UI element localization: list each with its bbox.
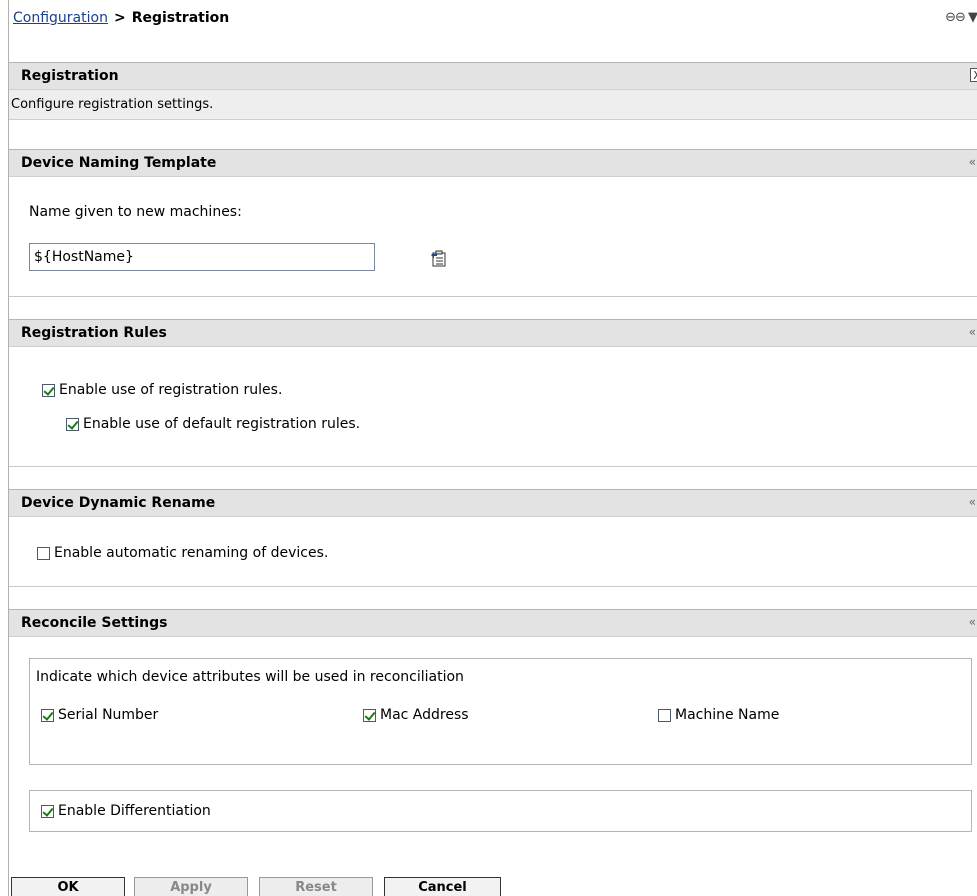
breadcrumb-separator: > — [113, 10, 126, 26]
device-name-template-input[interactable] — [29, 243, 375, 271]
enable-rules-label: Enable use of registration rules. — [59, 382, 283, 398]
reconcile-title: Reconcile Settings — [21, 615, 168, 631]
serial-number-row: Serial Number — [41, 707, 158, 723]
enable-default-rules-row: Enable use of default registration rules… — [66, 416, 360, 432]
enable-default-rules-label: Enable use of default registration rules… — [83, 416, 361, 432]
device-naming-section-bar: Device Naming Template « — [9, 149, 977, 177]
description-area: Configure registration settings. — [9, 90, 977, 120]
serial-number-checkbox[interactable] — [41, 708, 54, 722]
serial-number-label: Serial Number — [58, 707, 159, 723]
breadcrumb: Configuration > Registration — [13, 10, 229, 26]
enable-rename-label: Enable automatic renaming of devices. — [54, 545, 329, 561]
page-title: Registration — [21, 68, 119, 84]
enable-rename-row: Enable automatic renaming of devices. — [37, 545, 328, 561]
breadcrumb-current: Registration — [131, 10, 230, 26]
mac-address-checkbox[interactable] — [363, 708, 376, 722]
menu-dropdown-icon[interactable]: ▼ — [968, 10, 977, 25]
enable-default-rules-checkbox[interactable] — [66, 417, 79, 431]
dynamic-rename-title: Device Dynamic Rename — [21, 495, 216, 511]
device-naming-title: Device Naming Template — [21, 155, 217, 171]
link-icon[interactable]: ⊖⊖ — [945, 10, 966, 25]
reconcile-section-bar: Reconcile Settings « — [9, 609, 977, 637]
page-description: Configure registration settings. — [11, 97, 214, 112]
enable-differentiation-checkbox[interactable] — [41, 804, 54, 818]
registration-rules-title: Registration Rules — [21, 325, 167, 341]
variable-picker-icon[interactable] — [430, 249, 446, 267]
enable-rename-checkbox[interactable] — [37, 546, 50, 560]
enable-rules-row: Enable use of registration rules. — [42, 382, 282, 398]
differentiation-box: Enable Differentiation — [29, 790, 972, 832]
differentiation-row: Enable Differentiation — [41, 803, 211, 819]
mac-address-row: Mac Address — [363, 707, 469, 723]
enable-rules-checkbox[interactable] — [42, 383, 55, 397]
name-given-label: Name given to new machines: — [29, 204, 242, 220]
divider — [9, 466, 977, 467]
reconcile-attributes-box: Indicate which device attributes will be… — [29, 658, 972, 765]
divider — [9, 296, 977, 297]
machine-name-checkbox[interactable] — [658, 708, 671, 722]
collapse-icon[interactable]: « — [969, 155, 976, 169]
machine-name-label: Machine Name — [675, 707, 780, 723]
collapse-icon[interactable]: « — [969, 325, 976, 339]
page-frame: Configuration > Registration ⊖⊖ ▼ Registra… — [8, 0, 977, 896]
collapse-icon[interactable]: « — [969, 495, 976, 509]
reconcile-instruction: Indicate which device attributes will be… — [36, 669, 464, 685]
collapse-icon[interactable]: « — [969, 615, 976, 629]
close-icon[interactable]: X — [970, 68, 977, 82]
enable-differentiation-label: Enable Differentiation — [58, 803, 211, 819]
top-tools: ⊖⊖ ▼ — [945, 10, 977, 25]
mac-address-label: Mac Address — [380, 707, 469, 723]
reset-button[interactable]: Reset — [259, 877, 373, 896]
cancel-button[interactable]: Cancel — [384, 877, 501, 896]
divider — [9, 586, 977, 587]
dynamic-rename-section-bar: Device Dynamic Rename « — [9, 489, 977, 517]
ok-button[interactable]: OK — [11, 877, 125, 896]
machine-name-row: Machine Name — [658, 707, 779, 723]
registration-rules-section-bar: Registration Rules « — [9, 319, 977, 347]
apply-button[interactable]: Apply — [134, 877, 248, 896]
breadcrumb-configuration-link[interactable]: Configuration — [13, 10, 108, 26]
registration-header-bar: Registration X — [9, 62, 977, 90]
